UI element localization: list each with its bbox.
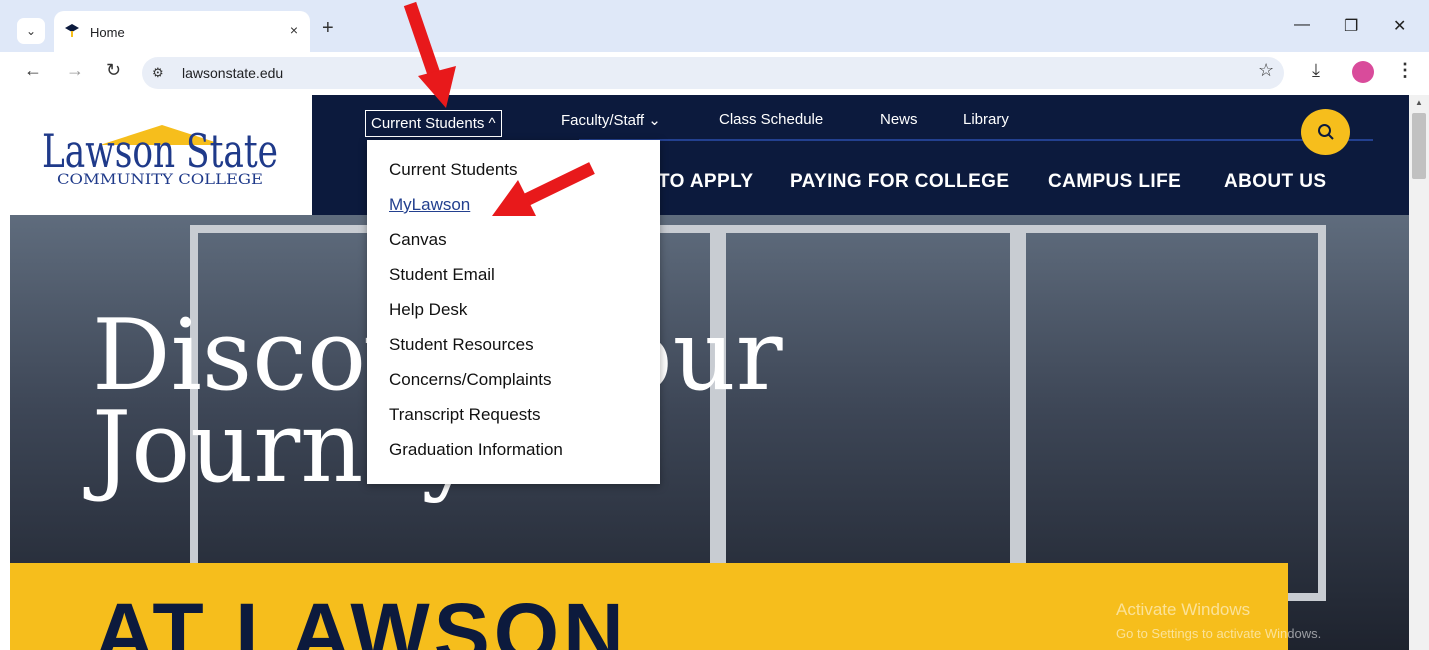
activate-windows-watermark: Activate Windows Go to Settings to activ… (1116, 600, 1321, 641)
minimize-icon[interactable]: — (1294, 16, 1310, 34)
search-icon (1317, 124, 1334, 140)
chevron-down-icon: ⌄ (25, 24, 37, 38)
hero-subheading: AT LAWSON (94, 586, 628, 650)
util-nav-underline (579, 139, 1373, 141)
dropdown-item-concerns-complaints[interactable]: Concerns/Complaints (389, 362, 660, 397)
logo-primary-text: Lawson State (42, 124, 278, 178)
profile-avatar[interactable] (1352, 61, 1374, 83)
dropdown-item-graduation-information[interactable]: Graduation Information (389, 432, 660, 467)
download-icon[interactable]: ⤓ (1312, 60, 1320, 81)
restore-icon[interactable]: ❐ (1344, 16, 1358, 36)
util-nav-library[interactable]: Library (963, 111, 1009, 128)
dropdown-item-student-email[interactable]: Student Email (389, 257, 660, 292)
main-nav-about-us[interactable]: ABOUT US (1224, 171, 1326, 193)
favicon-icon (65, 24, 79, 37)
reload-icon[interactable]: ↻ (106, 60, 121, 81)
logo[interactable]: Lawson State COMMUNITY COLLEGE (10, 95, 312, 215)
hero-banner: Discover Your Journey AT LAWSON (10, 215, 1409, 650)
util-nav-faculty-staff[interactable]: Faculty/Staff ⌄ (561, 111, 661, 129)
annotation-arrow-left-icon (492, 162, 595, 216)
browser-tab-strip: ⌄ Home × + — ❐ ✕ (0, 0, 1429, 52)
util-nav-current-students[interactable]: Current Students ^ (365, 110, 502, 137)
scrollbar-thumb[interactable] (1412, 113, 1426, 179)
tab-search-button[interactable]: ⌄ (17, 18, 45, 44)
main-nav-paying-for-college[interactable]: PAYING FOR COLLEGE (790, 171, 1009, 193)
util-nav-class-schedule[interactable]: Class Schedule (719, 111, 823, 128)
url-text[interactable]: lawsonstate.edu (182, 65, 283, 81)
browser-tab[interactable]: Home × (54, 11, 310, 52)
site-header: Lawson State COMMUNITY COLLEGE Current S… (10, 95, 1409, 215)
logo-secondary-text: COMMUNITY COLLEGE (57, 172, 263, 188)
site-search-button[interactable] (1301, 109, 1350, 155)
window-close-icon[interactable]: ✕ (1393, 16, 1406, 36)
dropdown-item-help-desk[interactable]: Help Desk (389, 292, 660, 327)
tab-title: Home (90, 25, 125, 40)
bookmark-star-icon[interactable]: ☆ (1258, 60, 1274, 81)
back-icon[interactable]: ← (24, 60, 42, 81)
scroll-up-icon[interactable]: ▲ (1415, 98, 1423, 107)
watermark-title: Activate Windows (1116, 600, 1251, 619)
dropdown-item-transcript-requests[interactable]: Transcript Requests (389, 397, 660, 432)
util-nav-news[interactable]: News (880, 111, 918, 128)
tab-close-icon[interactable]: × (290, 22, 298, 38)
site-info-icon[interactable]: ⚙ (152, 65, 170, 81)
hero-window-frame (1010, 225, 1326, 601)
lawson-state-logo: Lawson State COMMUNITY COLLEGE (42, 124, 278, 188)
page-viewport: Discover Your Journey AT LAWSON Lawson S… (0, 95, 1429, 650)
annotation-arrow-down-icon (403, 1, 456, 108)
url-bar[interactable]: ⚙ lawsonstate.edu (142, 57, 1284, 89)
watermark-subtitle: Go to Settings to activate Windows. (1116, 626, 1322, 641)
dropdown-item-student-resources[interactable]: Student Resources (389, 327, 660, 362)
menu-kebab-icon[interactable]: ⋮ (1396, 60, 1414, 81)
new-tab-button[interactable]: + (322, 18, 334, 38)
page-scrollbar[interactable]: ▲ (1409, 95, 1429, 650)
main-nav-to-apply[interactable]: TO APPLY (658, 171, 753, 193)
main-nav-campus-life[interactable]: CAMPUS LIFE (1048, 171, 1181, 193)
address-toolbar: ← → ↻ ⚙ lawsonstate.edu ☆ ⤓ ⋮ (0, 52, 1429, 94)
forward-icon[interactable]: → (66, 60, 84, 81)
hero-yellow-band: AT LAWSON (10, 563, 1288, 650)
